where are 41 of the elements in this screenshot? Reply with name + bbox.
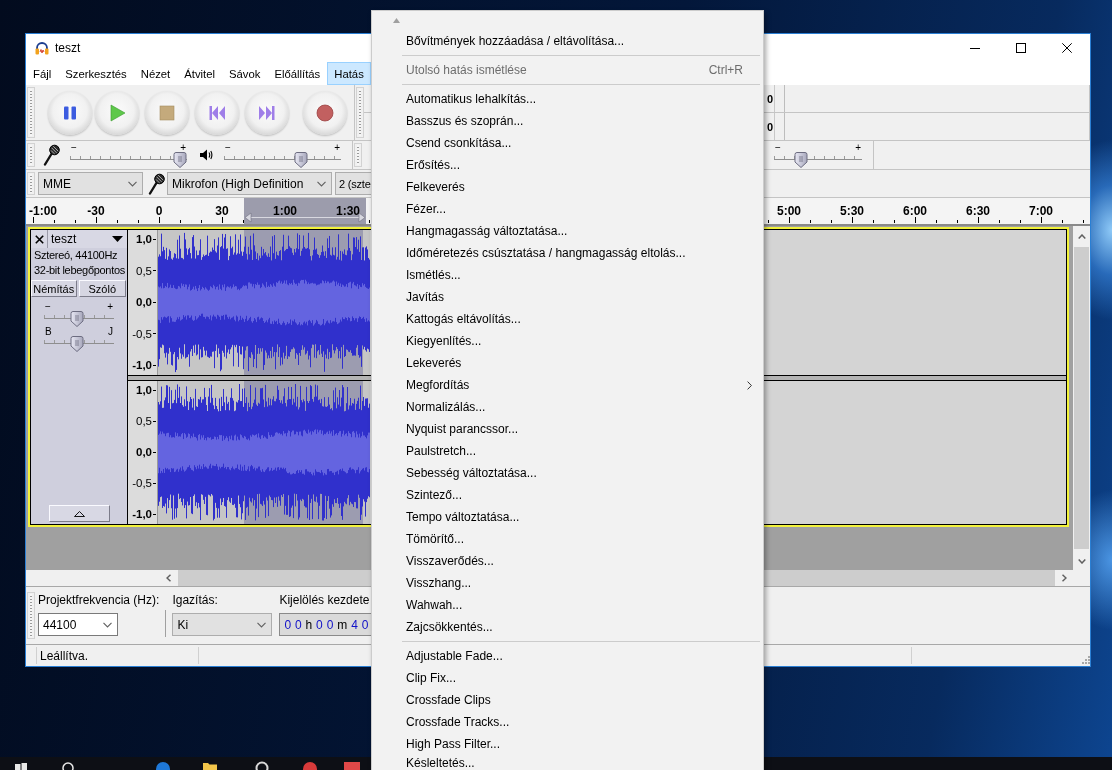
scale-label: 1,0 (136, 232, 156, 246)
slider-min-label: − (225, 143, 231, 152)
ruler-label: 6:00 (902, 204, 928, 218)
ruler-label: 30 (214, 204, 230, 218)
ruler-label: 1:30 (335, 204, 361, 218)
slider-min-label: − (45, 302, 51, 311)
field-label: Projektfrekvencia (Hz): (38, 593, 160, 607)
slider-max-label: + (107, 302, 113, 311)
slider-max-label: + (334, 143, 340, 152)
status-text: Leállítva. (39, 648, 89, 663)
ruler-label: 0 (154, 204, 164, 218)
window-title: teszt (55, 41, 81, 55)
scale-label: -1,0 (132, 358, 156, 372)
ruler-label: 5:00 (776, 204, 802, 218)
ruler-label: 5:30 (839, 204, 865, 218)
meter-scale-label: 0 (767, 92, 774, 105)
slider-min-label: B (45, 327, 52, 336)
field-label: Igazítás: (172, 593, 219, 607)
track-info-text: Sztereó, 44100Hz (33, 248, 119, 263)
scale-label: 1,0 (136, 383, 156, 397)
slider-min-label: − (775, 143, 781, 152)
ruler-label: 7:00 (1028, 204, 1054, 218)
scale-label: 0,5 (136, 414, 156, 428)
menu-shortcut: Ctrl+R (708, 63, 743, 77)
scale-label: 0,0 (136, 295, 156, 309)
ruler-label: 6:30 (965, 204, 991, 218)
slider-max-label: + (180, 143, 186, 152)
scale-label: -0,5 (132, 326, 156, 341)
scale-label: -0,5 (132, 476, 156, 490)
field-label: Kijelölés kezdete (279, 593, 371, 607)
meter-scale-label: 0 (767, 120, 774, 133)
scale-label: -1,0 (132, 507, 156, 521)
slider-max-label: J (108, 327, 113, 336)
track-info-text: 32-bit lebegőpontos (33, 263, 126, 278)
scale-label: 0,0 (136, 445, 156, 459)
ruler-label: -30 (86, 204, 106, 218)
slider-min-label: − (71, 143, 77, 152)
ruler-label: -1:00 (28, 204, 58, 218)
ruler-label: 1:00 (272, 204, 298, 218)
scale-label: 0,5 (136, 263, 156, 278)
slider-max-label: + (855, 143, 861, 152)
